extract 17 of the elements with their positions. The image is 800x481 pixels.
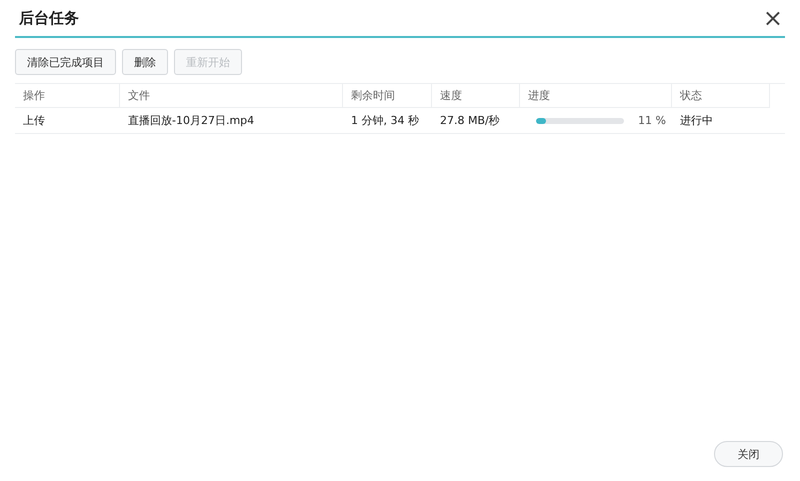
toolbar-button[interactable]: 删除 — [122, 49, 168, 75]
column-header[interactable]: 进度 — [520, 83, 672, 107]
column-header[interactable]: 速度 — [432, 83, 520, 107]
progress-percent: 11 % — [637, 114, 666, 127]
table-cell: 直播回放-10月27日.mp4 — [120, 107, 343, 133]
column-header[interactable]: 剩余时间 — [343, 83, 432, 107]
close-dialog-button[interactable]: 关闭 — [714, 441, 783, 467]
table-cell: 1 分钟, 34 秒 — [343, 107, 432, 133]
table-cell: 27.8 MB/秒 — [432, 107, 520, 133]
table-cell: 进行中 — [672, 107, 770, 133]
window-title: 后台任务 — [18, 8, 79, 28]
toolbar-button[interactable]: 清除已完成项目 — [15, 49, 116, 75]
close-button[interactable]: × — [760, 6, 785, 30]
column-header[interactable]: 状态 — [672, 83, 770, 107]
column-header[interactable]: 文件 — [120, 83, 343, 107]
table-cell: 上传 — [15, 107, 120, 133]
column-header[interactable]: 操作 — [15, 83, 120, 107]
